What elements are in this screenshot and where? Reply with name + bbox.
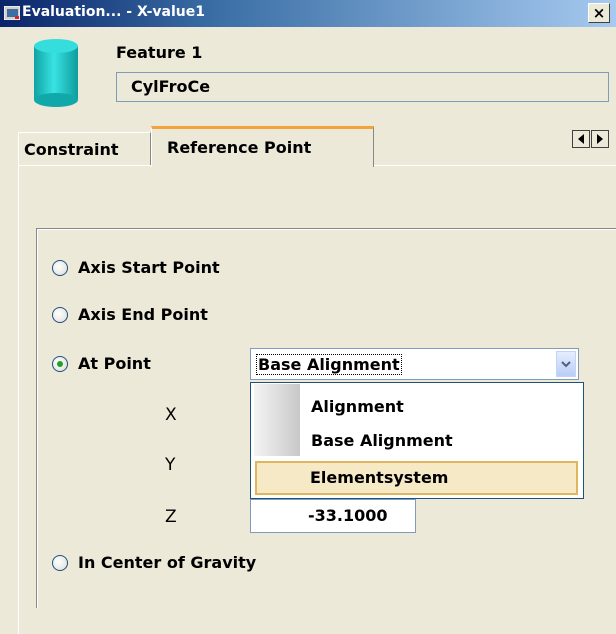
- dropdown-icon-strip: [254, 384, 300, 456]
- radio-axis-end-point[interactable]: Axis End Point: [52, 305, 208, 324]
- tab-scroll-right-button[interactable]: [591, 130, 609, 148]
- cylinder-icon: [34, 39, 78, 107]
- radio-label: In Center of Gravity: [78, 553, 257, 572]
- radio-axis-start-point[interactable]: Axis Start Point: [52, 258, 220, 277]
- chevron-down-icon: [561, 361, 571, 368]
- z-label: Z: [165, 507, 177, 527]
- window-title: Evaluation... - X-value1: [22, 4, 205, 20]
- x-label: X: [165, 405, 177, 425]
- radio-button[interactable]: [52, 554, 68, 571]
- reference-system-select[interactable]: Base Alignment: [250, 348, 579, 380]
- tab-constraint[interactable]: Constraint: [18, 132, 151, 165]
- y-label: Y: [165, 455, 176, 475]
- radio-label: Axis Start Point: [78, 258, 220, 277]
- dropdown-arrow-button[interactable]: [556, 351, 576, 377]
- triangle-left-icon: [578, 134, 584, 144]
- radio-at-point[interactable]: At Point: [52, 354, 151, 373]
- radio-label: At Point: [78, 354, 151, 373]
- dropdown-option-elementsystem[interactable]: Elementsystem: [255, 461, 578, 495]
- dropdown-list: Alignment Base Alignment Elementsystem: [250, 382, 584, 499]
- close-button[interactable]: ×: [588, 3, 610, 23]
- radio-button[interactable]: [52, 259, 68, 276]
- triangle-right-icon: [597, 134, 603, 144]
- dropdown-option-base-alignment[interactable]: Base Alignment: [311, 431, 453, 450]
- feature-name-field: CylFroCe: [116, 72, 609, 102]
- radio-button-checked[interactable]: [52, 355, 68, 372]
- radio-label: Axis End Point: [78, 305, 208, 324]
- feature-label: Feature 1: [116, 43, 203, 62]
- window-icon: [4, 6, 20, 20]
- radio-center-of-gravity[interactable]: In Center of Gravity: [52, 553, 256, 572]
- radio-button[interactable]: [52, 306, 68, 323]
- tab-scroll-left-button[interactable]: [572, 130, 590, 148]
- title-bar[interactable]: Evaluation... - X-value1 ×: [0, 0, 616, 27]
- dropdown-option-alignment[interactable]: Alignment: [311, 397, 404, 416]
- z-value-input[interactable]: -33.1000: [250, 499, 416, 533]
- select-value: Base Alignment: [256, 354, 402, 375]
- tab-reference-point[interactable]: Reference Point: [151, 126, 374, 167]
